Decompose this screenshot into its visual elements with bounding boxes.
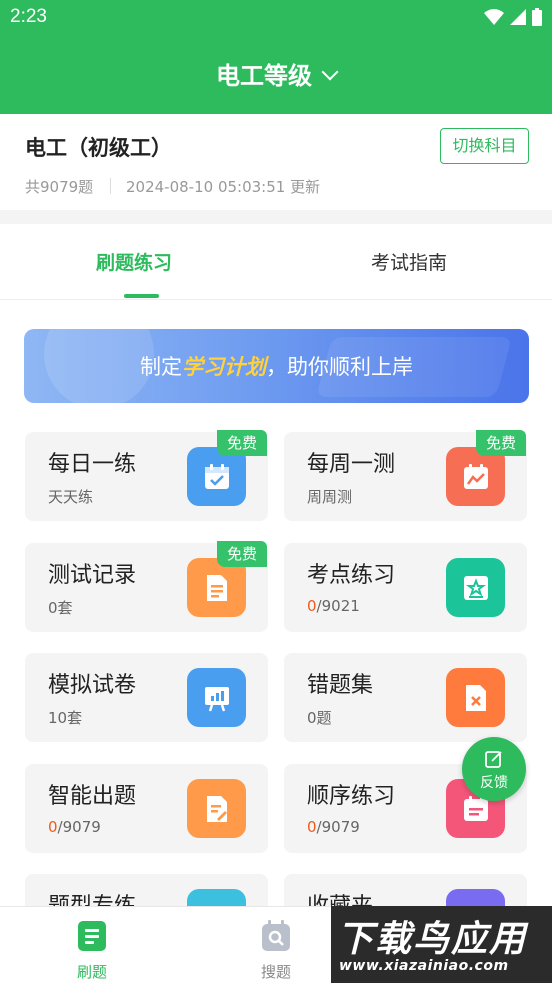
tab-practice[interactable]: 刷题练习 bbox=[96, 248, 172, 275]
subject-name: 电工（初级工） bbox=[25, 136, 172, 160]
card-subtitle: 周周测 bbox=[307, 488, 353, 506]
subject-panel: 电工（初级工） 共9079题 2024-08-10 05:03:51 更新 切换… bbox=[0, 114, 552, 210]
banner-highlight: 学习计划 bbox=[182, 355, 266, 379]
update-time: 2024-08-10 05:03:51 更新 bbox=[126, 178, 321, 196]
card-title: 智能出题 bbox=[48, 784, 137, 809]
feedback-button[interactable]: 反馈 bbox=[462, 737, 526, 801]
switch-subject-button[interactable]: 切换科目 bbox=[440, 128, 529, 164]
status-icons bbox=[484, 8, 542, 26]
watermark-url: www.xiazainiao.com bbox=[339, 958, 509, 974]
card-subtitle: 0题 bbox=[307, 709, 332, 727]
signal-icon bbox=[510, 9, 526, 25]
card-title: 错题集 bbox=[307, 673, 374, 698]
watermark-title: 下载鸟应用 bbox=[337, 919, 528, 960]
free-badge: 免费 bbox=[476, 430, 526, 456]
status-bar: 2:23 bbox=[0, 0, 552, 38]
nav-search-questions[interactable]: 搜题 bbox=[236, 919, 316, 982]
card-favorites[interactable]: 收藏夹 bbox=[284, 874, 527, 906]
wrong-doc-icon bbox=[446, 668, 505, 727]
card-test-records[interactable]: 测试记录 0套 免费 bbox=[25, 541, 268, 632]
card-subtitle: 天天练 bbox=[48, 488, 94, 506]
question-count: 共9079题 bbox=[25, 178, 94, 196]
tab-bar: 刷题练习 考试指南 bbox=[0, 224, 552, 300]
progress-total: /9021 bbox=[316, 597, 360, 615]
page-title: 电工等级 bbox=[216, 62, 312, 90]
nav-label: 搜题 bbox=[260, 963, 291, 981]
edit-doc-icon bbox=[187, 779, 246, 838]
card-mock-exam[interactable]: 模拟试卷 10套 bbox=[25, 653, 268, 742]
study-plan-banner[interactable]: 制定学习计划，助你顺利上岸 bbox=[24, 329, 529, 403]
progress-done: 0 bbox=[48, 818, 58, 836]
card-title: 顺序练习 bbox=[307, 784, 396, 809]
card-subtitle: 0/9079 bbox=[48, 818, 101, 836]
tab-indicator bbox=[124, 294, 159, 298]
nav-practice[interactable]: 刷题 bbox=[52, 919, 132, 982]
wifi-icon bbox=[484, 9, 504, 25]
banner-prefix: 制定 bbox=[140, 355, 182, 379]
progress-total: /9079 bbox=[57, 818, 101, 836]
exam-category-selector[interactable]: 电工等级 bbox=[0, 56, 552, 91]
banner-suffix: ，助你顺利上岸 bbox=[266, 355, 413, 379]
card-title: 测试记录 bbox=[48, 563, 137, 588]
battery-icon bbox=[532, 8, 542, 26]
card-subtitle: 10套 bbox=[48, 709, 83, 727]
app-header: 2:23 电工等级 bbox=[0, 0, 552, 114]
nav-label: 刷题 bbox=[76, 963, 107, 981]
divider bbox=[110, 178, 111, 194]
card-smart-questions[interactable]: 智能出题 0/9079 bbox=[25, 764, 268, 853]
card-title: 题型专练 bbox=[48, 888, 136, 906]
card-subtitle: 0/9079 bbox=[307, 818, 360, 836]
chevron-down-icon bbox=[321, 63, 339, 81]
free-badge: 免费 bbox=[217, 430, 267, 456]
progress-done: 0 bbox=[307, 818, 317, 836]
star-board-icon bbox=[446, 558, 505, 617]
doc-list-icon bbox=[78, 921, 106, 951]
progress-done: 0 bbox=[307, 597, 317, 615]
card-title: 模拟试卷 bbox=[48, 673, 137, 698]
card-subtitle: 0/9021 bbox=[307, 597, 360, 615]
card-knowledge-practice[interactable]: 考点练习 0/9021 bbox=[284, 543, 527, 632]
search-calendar-icon bbox=[262, 920, 290, 951]
free-badge: 免费 bbox=[217, 541, 267, 567]
card-title: 每周一测 bbox=[307, 452, 396, 477]
presentation-chart-icon bbox=[187, 668, 246, 727]
card-title: 考点练习 bbox=[307, 563, 396, 588]
card-weekly-test[interactable]: 每周一测 周周测 免费 bbox=[284, 430, 527, 521]
progress-total: /9079 bbox=[316, 818, 360, 836]
banner-text: 制定学习计划，助你顺利上岸 bbox=[24, 351, 529, 381]
bookmark-icon bbox=[446, 889, 505, 906]
edit-icon bbox=[485, 751, 502, 768]
type-icon bbox=[187, 889, 246, 906]
status-time: 2:23 bbox=[10, 6, 47, 27]
tab-exam-guide[interactable]: 考试指南 bbox=[371, 248, 447, 275]
main-content: 制定学习计划，助你顺利上岸 每日一练 天天练 免费 每周一测 周周测 免费 测试… bbox=[0, 300, 552, 906]
watermark-logo: 下载鸟应用 www.xiazainiao.com bbox=[331, 906, 552, 983]
card-subtitle: 0套 bbox=[48, 599, 73, 617]
card-title: 每日一练 bbox=[48, 452, 137, 477]
feedback-label: 反馈 bbox=[480, 775, 508, 791]
card-title: 收藏夹 bbox=[307, 888, 373, 906]
card-daily-practice[interactable]: 每日一练 天天练 免费 bbox=[25, 430, 268, 521]
card-question-type-practice[interactable]: 题型专练 bbox=[25, 874, 268, 906]
card-wrong-questions[interactable]: 错题集 0题 bbox=[284, 653, 527, 742]
